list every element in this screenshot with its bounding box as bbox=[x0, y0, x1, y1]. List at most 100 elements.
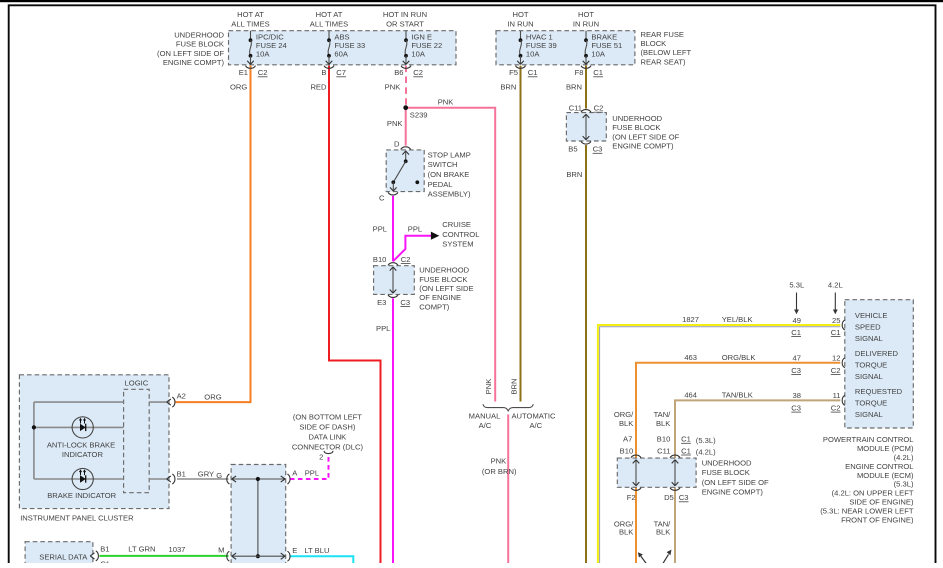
svg-text:DATA LINK: DATA LINK bbox=[309, 432, 347, 441]
svg-text:C2: C2 bbox=[258, 68, 268, 77]
svg-text:IN RUN: IN RUN bbox=[507, 19, 533, 28]
svg-text:INSTRUMENT PANEL CLUSTER: INSTRUMENT PANEL CLUSTER bbox=[20, 514, 134, 523]
svg-text:HOT: HOT bbox=[578, 10, 594, 19]
svg-text:REAR SEAT): REAR SEAT) bbox=[641, 57, 686, 66]
svg-text:C: C bbox=[379, 194, 385, 203]
svg-text:HOT IN RUN: HOT IN RUN bbox=[383, 10, 427, 19]
svg-text:F5: F5 bbox=[509, 68, 518, 77]
svg-text:E1: E1 bbox=[239, 68, 248, 77]
svg-text:(5.3L: NEAR LOWER LEFT: (5.3L: NEAR LOWER LEFT bbox=[820, 506, 914, 515]
svg-text:38: 38 bbox=[793, 391, 801, 400]
svg-text:FUSE BLOCK: FUSE BLOCK bbox=[702, 468, 750, 477]
svg-text:B1: B1 bbox=[100, 545, 109, 554]
svg-text:C3: C3 bbox=[791, 404, 801, 413]
svg-text:A7: A7 bbox=[623, 435, 632, 444]
svg-text:C1: C1 bbox=[681, 435, 691, 444]
svg-text:C11: C11 bbox=[569, 104, 582, 113]
svg-text:C7: C7 bbox=[336, 68, 346, 77]
svg-text:ANTI-LOCK BRAKE: ANTI-LOCK BRAKE bbox=[47, 441, 115, 450]
svg-text:STOP LAMP: STOP LAMP bbox=[428, 150, 471, 159]
svg-text:A2: A2 bbox=[177, 391, 186, 400]
svg-text:10A: 10A bbox=[411, 50, 425, 59]
svg-text:(4.2L): (4.2L) bbox=[894, 453, 914, 462]
svg-text:C3: C3 bbox=[593, 145, 603, 154]
svg-text:4.2L: 4.2L bbox=[828, 280, 843, 289]
svg-text:REAR FUSE: REAR FUSE bbox=[641, 30, 684, 39]
svg-text:UNDERHOOD: UNDERHOOD bbox=[612, 114, 662, 123]
svg-text:(5.3L): (5.3L) bbox=[696, 436, 716, 445]
svg-text:REQUESTED: REQUESTED bbox=[855, 387, 903, 396]
svg-text:RED: RED bbox=[310, 82, 327, 91]
svg-text:(4.2L: ON UPPER LEFT: (4.2L: ON UPPER LEFT bbox=[832, 489, 914, 498]
svg-text:SIGNAL: SIGNAL bbox=[855, 410, 883, 419]
svg-text:C2: C2 bbox=[831, 366, 841, 375]
svg-text:47: 47 bbox=[793, 354, 801, 363]
svg-text:LT BLU: LT BLU bbox=[304, 546, 329, 555]
svg-text:(BELOW LEFT: (BELOW LEFT bbox=[641, 48, 692, 57]
svg-text:PPL: PPL bbox=[373, 225, 387, 234]
svg-text:FUSE BLOCK: FUSE BLOCK bbox=[612, 123, 660, 132]
svg-text:PNK: PNK bbox=[385, 82, 401, 91]
svg-text:ORG: ORG bbox=[230, 82, 247, 91]
svg-text:B6: B6 bbox=[394, 68, 403, 77]
svg-text:C1: C1 bbox=[100, 559, 110, 563]
svg-text:IN RUN: IN RUN bbox=[573, 19, 599, 28]
svg-text:PPL: PPL bbox=[408, 225, 422, 234]
svg-text:ORG/BLK: ORG/BLK bbox=[722, 353, 756, 362]
svg-text:C2: C2 bbox=[401, 255, 411, 264]
svg-text:5.3L: 5.3L bbox=[789, 280, 804, 289]
svg-text:FUSE BLOCK: FUSE BLOCK bbox=[176, 40, 224, 49]
svg-text:(ON BOTTOM LEFT: (ON BOTTOM LEFT bbox=[293, 413, 362, 422]
svg-text:VEHICLE: VEHICLE bbox=[855, 311, 888, 320]
svg-text:E: E bbox=[292, 546, 297, 555]
svg-text:C1: C1 bbox=[681, 446, 691, 455]
svg-text:12: 12 bbox=[832, 354, 840, 363]
svg-text:F2: F2 bbox=[627, 493, 636, 502]
svg-text:ALL TIMES: ALL TIMES bbox=[310, 19, 348, 28]
svg-text:CONNECTOR (DLC): CONNECTOR (DLC) bbox=[292, 442, 364, 451]
svg-text:SYSTEM: SYSTEM bbox=[442, 240, 473, 249]
svg-text:SERIAL DATA: SERIAL DATA bbox=[39, 553, 88, 562]
svg-text:B: B bbox=[321, 68, 326, 77]
svg-text:YEL/BLK: YEL/BLK bbox=[722, 315, 753, 324]
svg-text:10A: 10A bbox=[256, 50, 270, 59]
svg-text:BLK: BLK bbox=[656, 528, 670, 537]
svg-text:BLK: BLK bbox=[619, 419, 633, 428]
svg-text:ENGINE COMPT): ENGINE COMPT) bbox=[612, 142, 674, 151]
svg-text:GRY: GRY bbox=[198, 470, 214, 479]
svg-text:11: 11 bbox=[833, 391, 841, 400]
svg-text:PPL: PPL bbox=[376, 324, 390, 333]
svg-text:ORG: ORG bbox=[204, 393, 221, 402]
svg-text:SWITCH: SWITCH bbox=[428, 160, 458, 169]
svg-text:C3: C3 bbox=[791, 366, 801, 375]
svg-text:(4.2L): (4.2L) bbox=[696, 448, 716, 457]
svg-text:(ON LEFT SIDE: (ON LEFT SIDE bbox=[419, 284, 473, 293]
svg-text:LOGIC: LOGIC bbox=[125, 378, 149, 387]
svg-text:(ON LEFT SIDE OF: (ON LEFT SIDE OF bbox=[702, 478, 769, 487]
svg-text:10A: 10A bbox=[591, 50, 605, 59]
svg-text:A/C: A/C bbox=[529, 421, 542, 430]
svg-text:BLK: BLK bbox=[656, 419, 670, 428]
svg-text:UNDERHOOD: UNDERHOOD bbox=[419, 266, 469, 275]
svg-text:BLK: BLK bbox=[619, 528, 633, 537]
svg-text:TORQUE: TORQUE bbox=[855, 398, 887, 407]
svg-text:PNK: PNK bbox=[491, 456, 507, 465]
svg-text:C1: C1 bbox=[528, 68, 538, 77]
svg-text:HOT: HOT bbox=[512, 10, 528, 19]
svg-text:TORQUE: TORQUE bbox=[855, 361, 887, 370]
svg-text:1827: 1827 bbox=[682, 315, 699, 324]
svg-text:FUSE BLOCK: FUSE BLOCK bbox=[419, 275, 467, 284]
svg-text:HOT AT: HOT AT bbox=[316, 10, 343, 19]
svg-text:MANUAL: MANUAL bbox=[469, 411, 501, 420]
svg-text:C1: C1 bbox=[593, 68, 603, 77]
svg-text:ENGINE COMPT): ENGINE COMPT) bbox=[702, 487, 764, 496]
svg-text:PPL: PPL bbox=[305, 468, 319, 477]
svg-text:PNK: PNK bbox=[438, 97, 454, 106]
svg-text:(ON LEFT SIDE OF: (ON LEFT SIDE OF bbox=[612, 132, 679, 141]
svg-text:25: 25 bbox=[832, 316, 840, 325]
svg-text:60A: 60A bbox=[334, 50, 348, 59]
svg-text:(5.3L): (5.3L) bbox=[894, 480, 914, 489]
svg-text:CONTROL: CONTROL bbox=[442, 230, 479, 239]
svg-text:A/C: A/C bbox=[479, 421, 492, 430]
svg-text:SIGNAL: SIGNAL bbox=[855, 372, 883, 381]
